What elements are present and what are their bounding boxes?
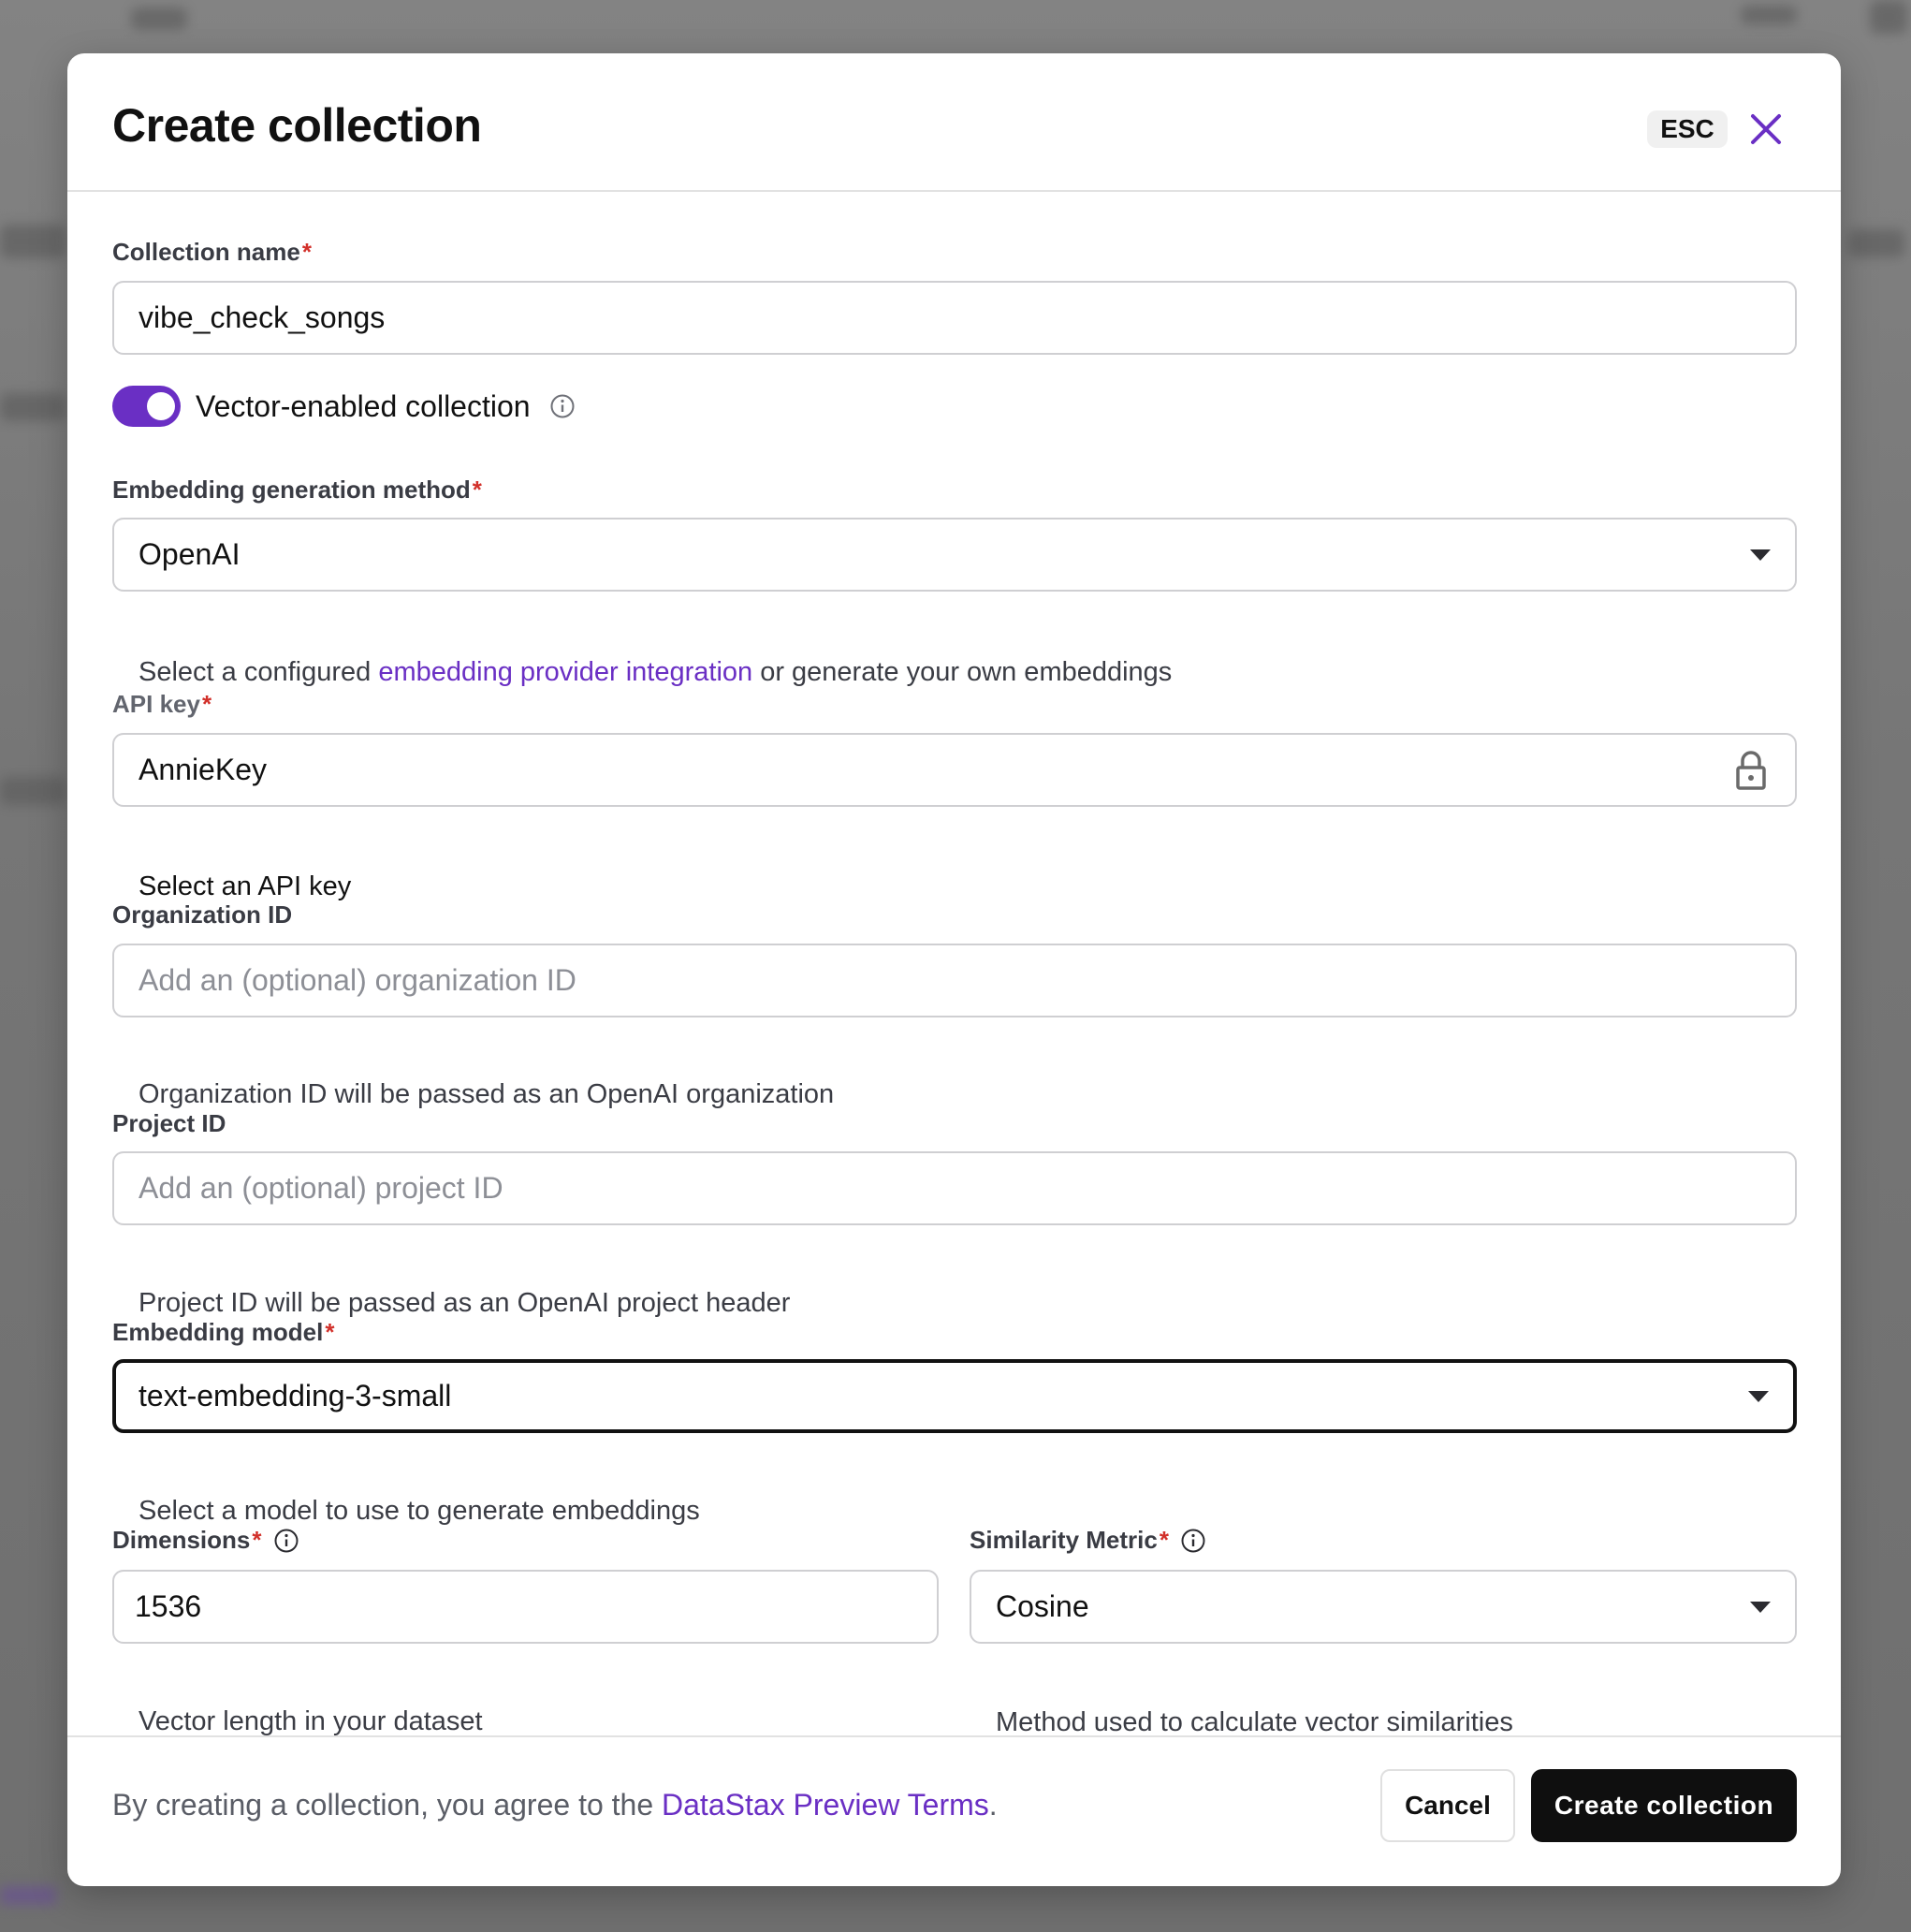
label-text: Collection name	[112, 238, 300, 266]
preview-terms-link[interactable]: DataStax Preview Terms	[662, 1788, 989, 1822]
collection-name-label: Collection name *	[112, 238, 312, 267]
dimensions-input[interactable]: 1536	[112, 1570, 939, 1644]
close-icon	[1751, 114, 1781, 144]
label-text: API key	[112, 690, 200, 718]
blurred-background-element	[0, 393, 66, 421]
terms-suffix: .	[988, 1788, 998, 1822]
dimensions-helper: Vector length in your dataset	[139, 1706, 483, 1736]
toggle-knob	[147, 392, 175, 420]
info-icon[interactable]	[549, 393, 576, 419]
terms-text: By creating a collection, you agree to t…	[112, 1788, 998, 1822]
input-value: AnnieKey	[139, 753, 267, 786]
label-text: Dimensions	[112, 1526, 251, 1554]
embedding-model-select[interactable]: text-embedding-3-small	[112, 1359, 1797, 1433]
dialog-title: Create collection	[112, 99, 482, 152]
required-asterisk: *	[252, 1526, 262, 1554]
required-asterisk: *	[1159, 1526, 1169, 1554]
blurred-background-element	[1848, 229, 1904, 257]
dialog-header: Create collection ESC	[67, 53, 1841, 192]
dialog-footer: By creating a collection, you agree to t…	[67, 1735, 1841, 1886]
dimensions-label: Dimensions *	[112, 1526, 299, 1555]
input-placeholder: Add an (optional) organization ID	[139, 963, 576, 997]
label-text: Similarity Metric	[970, 1526, 1158, 1554]
label-text: Embedding model	[112, 1318, 324, 1346]
similarity-metric-helper: Method used to calculate vector similari…	[996, 1707, 1513, 1737]
blurred-background-element	[0, 1886, 56, 1905]
collection-name-input[interactable]: vibe_check_songs	[112, 281, 1797, 355]
select-value: OpenAI	[139, 537, 241, 571]
api-key-helper: Select an API key	[139, 871, 352, 901]
blurred-background-element	[1870, 0, 1907, 34]
organization-id-input[interactable]: Add an (optional) organization ID	[112, 944, 1797, 1017]
input-value: 1536	[135, 1589, 202, 1623]
embedding-method-select[interactable]: OpenAI	[112, 518, 1797, 592]
required-asterisk: *	[472, 476, 482, 504]
embedding-model-helper: Select a model to use to generate embedd…	[139, 1496, 700, 1526]
label-text: Organization ID	[112, 900, 293, 929]
info-icon[interactable]	[273, 1528, 299, 1554]
required-asterisk: *	[201, 690, 212, 718]
lock-icon	[1736, 750, 1766, 790]
close-button[interactable]	[1748, 111, 1784, 147]
label-text: Embedding generation method	[112, 476, 471, 504]
chevron-down-icon	[1750, 1601, 1771, 1613]
vector-enabled-row: Vector-enabled collection	[112, 386, 576, 427]
create-collection-dialog: Create collection ESC Collection name * v…	[67, 53, 1841, 1886]
project-id-input[interactable]: Add an (optional) project ID	[112, 1151, 1797, 1225]
select-value: text-embedding-3-small	[139, 1379, 452, 1412]
project-id-label: Project ID	[112, 1109, 226, 1138]
chevron-down-icon	[1750, 549, 1771, 561]
vector-enabled-label: Vector-enabled collection	[196, 388, 531, 423]
blurred-background-element	[0, 225, 66, 258]
required-asterisk: *	[325, 1318, 335, 1346]
blurred-background-element	[131, 7, 187, 30]
input-value: vibe_check_songs	[139, 300, 386, 334]
cancel-button[interactable]: Cancel	[1380, 1769, 1515, 1842]
embedding-model-label: Embedding model *	[112, 1318, 334, 1347]
label-text: Project ID	[112, 1109, 226, 1137]
required-asterisk: *	[301, 238, 312, 266]
embedding-method-label: Embedding generation method *	[112, 476, 482, 505]
similarity-metric-label: Similarity Metric *	[970, 1526, 1206, 1555]
embedding-provider-integration-link[interactable]: embedding provider integration	[378, 657, 752, 687]
helper-text: Select a configured	[139, 657, 379, 687]
project-id-helper: Project ID will be passed as an OpenAI p…	[139, 1288, 791, 1318]
helper-text: or generate your own embeddings	[752, 657, 1173, 687]
organization-id-helper: Organization ID will be passed as an Ope…	[139, 1079, 835, 1109]
terms-prefix: By creating a collection, you agree to t…	[112, 1788, 663, 1822]
info-icon[interactable]	[1180, 1528, 1206, 1554]
similarity-metric-select[interactable]: Cosine	[970, 1570, 1797, 1644]
input-placeholder: Add an (optional) project ID	[139, 1171, 503, 1205]
create-collection-button[interactable]: Create collection	[1531, 1769, 1797, 1842]
esc-key-badge: ESC	[1647, 110, 1728, 148]
embedding-method-helper: Select a configured embedding provider i…	[139, 657, 1172, 688]
vector-enabled-toggle[interactable]	[112, 386, 181, 427]
organization-id-label: Organization ID	[112, 900, 292, 929]
chevron-down-icon	[1748, 1390, 1769, 1402]
blurred-background-element	[0, 777, 66, 805]
blurred-background-element	[1741, 6, 1797, 24]
api-key-label: API key *	[112, 690, 212, 719]
select-value: Cosine	[996, 1589, 1089, 1623]
api-key-input[interactable]: AnnieKey	[112, 733, 1797, 807]
